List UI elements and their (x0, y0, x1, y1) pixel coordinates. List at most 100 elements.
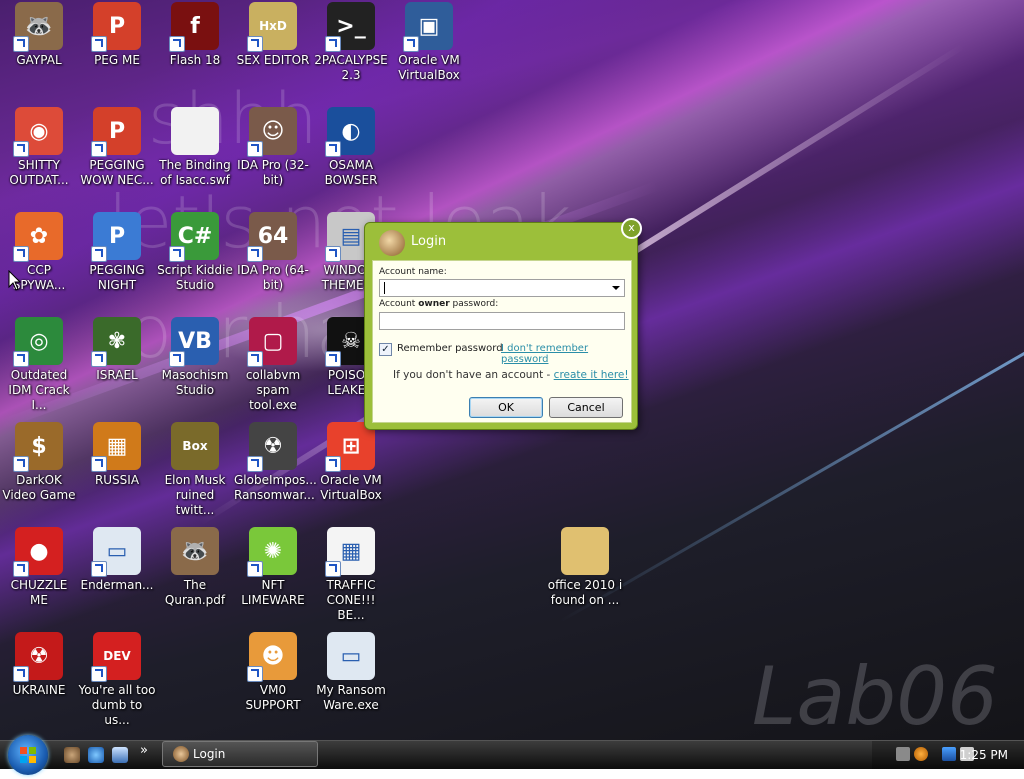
shortcut-arrow-icon (325, 351, 341, 367)
desktop-icon[interactable]: VB Masochism Studio (156, 317, 234, 398)
desktop-icon[interactable]: DEV You're all too dumb to us... (78, 632, 156, 728)
account-name-label: Account name: (379, 267, 447, 277)
forgot-password-link[interactable]: I don't remember password (501, 343, 631, 365)
start-button[interactable] (8, 735, 48, 775)
desktop-icon[interactable]: ✾ ISRAEL (78, 317, 156, 383)
shortcut-arrow-icon (325, 141, 341, 157)
cancel-button[interactable]: Cancel (549, 397, 623, 418)
desktop-icon[interactable]: ☢ GlobeImpos... Ransomwar... (234, 422, 317, 503)
desktop-icon[interactable]: >_ 2PACALYPSE 2.3 (312, 2, 390, 83)
desktop-icon[interactable]: P PEGGING WOW NEC... (78, 107, 156, 188)
flower-icon: ✾ (91, 317, 141, 367)
create-account-link[interactable]: create it here! (554, 369, 629, 381)
desktop-icon[interactable]: ☢ UKRAINE (0, 632, 78, 698)
desktop-icon[interactable]: ◉ SHITTY OUTDAT... (0, 107, 78, 188)
login-dialog[interactable]: Login x Account name: Account owner pass… (364, 218, 642, 430)
desktop-icon[interactable]: P PEG ME (78, 2, 156, 68)
shortcut-arrow-icon (13, 351, 29, 367)
desktop-icon[interactable]: 64 IDA Pro (64-bit) (234, 212, 312, 293)
desktop-icon-label: RUSSIA (94, 473, 140, 487)
desktop-icon-label: Oracle VM VirtualBox (320, 473, 382, 502)
dialog-title: Login (411, 234, 447, 249)
flash-icon: f (169, 2, 219, 52)
desktop-icon[interactable]: f Flash 18 (156, 2, 234, 68)
p-logo-icon: P (91, 212, 141, 262)
remember-password-checkbox[interactable]: ✓ (379, 343, 392, 356)
desktop-icon-label: CHUZZLE ME (10, 578, 68, 607)
password-label: Account owner password: (379, 299, 498, 309)
desktop-icon[interactable]: ☺ IDA Pro (32-bit) (234, 107, 312, 188)
desktop-icon[interactable]: ▭ Enderman... (78, 527, 156, 593)
ie-icon[interactable] (88, 747, 104, 763)
password-label-suffix: password: (449, 299, 499, 309)
desktop-icon-label: UKRAINE (12, 683, 66, 697)
icon-glyph (561, 527, 609, 575)
account-name-combobox[interactable] (379, 279, 625, 297)
desktop-icon-label: office 2010 i found on ... (547, 578, 623, 607)
shortcut-arrow-icon (13, 666, 29, 682)
ok-button[interactable]: OK (469, 397, 543, 418)
desktop-icon[interactable]: ▦ RUSSIA (78, 422, 156, 488)
shortcut-arrow-icon (13, 246, 29, 262)
desktop-icon[interactable]: ● CHUZZLE ME (0, 527, 78, 608)
raccoon-icon[interactable] (64, 747, 80, 763)
desktop-icon[interactable]: HxD SEX EDITOR (234, 2, 312, 68)
tray-app-icon[interactable] (896, 747, 910, 761)
network-icon[interactable] (942, 747, 956, 761)
desktop-icon-label: DarkOK Video Game (2, 473, 76, 502)
desktop-icon-label: The Binding of Isacc.swf (159, 158, 231, 187)
desktop-icon[interactable]: The Binding of Isacc.swf (156, 107, 234, 188)
desktop-icon[interactable]: ☻ VM0 SUPPORT (234, 632, 312, 713)
desktop-icon[interactable]: ⊞ Oracle VM VirtualBox (312, 422, 390, 503)
desktop-icon[interactable]: ▦ TRAFFIC CONE!!! BE... (312, 527, 390, 623)
obama-logo-icon: ◐ (325, 107, 375, 157)
shortcut-arrow-icon (169, 246, 185, 262)
desktop-icon-label: collabvm spam tool.exe (245, 368, 301, 412)
desktop-icon[interactable]: P PEGGING NIGHT (78, 212, 156, 293)
search-icon[interactable] (914, 747, 928, 761)
icon-glyph: 🦝 (181, 538, 209, 564)
desktop-icon[interactable]: office 2010 i found on ... (546, 527, 624, 608)
password-label-bold: owner (418, 299, 450, 309)
show-desktop-icon[interactable] (112, 747, 128, 763)
system-tray: 1:25 PM (872, 741, 1024, 769)
desktop-icon[interactable]: ◐ OSAMA BOWSER (312, 107, 390, 188)
desktop-icon[interactable]: 🦝 The Quran.pdf (156, 527, 234, 608)
desktop-icon-label: TRAFFIC CONE!!! BE... (326, 578, 376, 622)
desktop-icon[interactable]: ▭ My Ransom Ware.exe (312, 632, 390, 713)
desktop-icon[interactable]: ◎ Outdated IDM Crack I... (0, 317, 78, 413)
shortcut-arrow-icon (13, 561, 29, 577)
chevron-down-icon[interactable] (612, 286, 620, 290)
desktop-icon[interactable]: 🦝 GAYPAL (0, 2, 78, 68)
desktop[interactable]: shhh... let's not leak our ha Lab06 🦝GAY… (0, 0, 1024, 740)
desktop-icon[interactable]: $ DarkOK Video Game (0, 422, 78, 503)
shortcut-arrow-icon (247, 561, 263, 577)
remember-password-label[interactable]: Remember password (397, 343, 503, 354)
desktop-icon[interactable]: Box Elon Musk ruined twitt... (156, 422, 234, 518)
desktop-icon[interactable]: ▢ collabvm spam tool.exe (234, 317, 312, 413)
desktop-icon-label: SEX EDITOR (236, 53, 310, 67)
desktop-icon-label: My Ransom Ware.exe (316, 683, 386, 712)
create-account-prefix: If you don't have an account - (393, 369, 554, 381)
quick-launch-overflow[interactable]: » (140, 743, 148, 758)
ida-icon: ☺ (247, 107, 297, 157)
password-label-prefix: Account (379, 299, 419, 309)
desktop-icon[interactable]: C# Script Kiddie Studio (156, 212, 234, 293)
devcpp-icon: DEV (91, 632, 141, 682)
desktop-icon-label: Outdated IDM Crack I... (8, 368, 70, 412)
taskbar-item-login[interactable]: Login (162, 741, 318, 767)
clock[interactable]: 1:25 PM (960, 748, 1008, 762)
hamster-app-icon (173, 746, 189, 762)
desktop-icon[interactable]: ✺ NFT LIMEWARE (234, 527, 312, 608)
raccoon-icon: 🦝 (171, 527, 219, 575)
close-button[interactable]: x (621, 218, 642, 239)
taskbar: » Login 1:25 PM (0, 735, 1024, 775)
window-icon: ▭ (91, 527, 141, 577)
shortcut-arrow-icon (91, 351, 107, 367)
desktop-icon[interactable]: ▣ Oracle VM VirtualBox (390, 2, 468, 83)
password-field[interactable] (379, 312, 625, 330)
chuzzle-icon: ● (13, 527, 63, 577)
desktop-icon-label: OSAMA BOWSER (324, 158, 378, 187)
shortcut-arrow-icon (13, 36, 29, 52)
icon-glyph: Box (182, 439, 208, 453)
